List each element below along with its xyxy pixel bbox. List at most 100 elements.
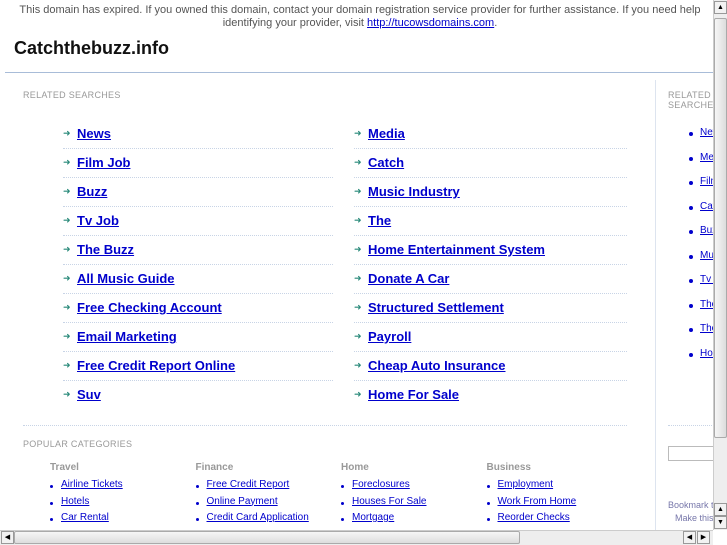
arrow-icon: ➜ bbox=[354, 360, 362, 370]
arrow-icon: ➜ bbox=[354, 331, 362, 341]
arrow-icon: ➜ bbox=[354, 215, 362, 225]
row-divider bbox=[63, 206, 333, 207]
bullet-icon bbox=[341, 518, 344, 521]
related-search-link[interactable]: Free Credit Report Online bbox=[77, 358, 235, 373]
sidebar-link[interactable]: Tv Job bbox=[700, 274, 713, 285]
sidebar-link[interactable]: The bbox=[700, 299, 713, 310]
make-homepage-link[interactable]: Make this your homepage bbox=[675, 513, 713, 523]
header-divider bbox=[5, 72, 713, 73]
bullet-icon bbox=[689, 279, 693, 283]
sidebar-link[interactable]: The Buzz bbox=[700, 323, 713, 334]
scroll-down-icon[interactable]: ▼ bbox=[714, 516, 727, 529]
arrow-icon: ➜ bbox=[63, 215, 71, 225]
row-divider bbox=[354, 322, 627, 323]
scroll-left-icon[interactable]: ◀ bbox=[1, 531, 14, 544]
row-divider bbox=[354, 235, 627, 236]
category-title: Home bbox=[341, 462, 369, 473]
category-link[interactable]: Hotels bbox=[61, 496, 89, 507]
related-search-link[interactable]: All Music Guide bbox=[77, 271, 175, 286]
category-link[interactable]: Employment bbox=[498, 479, 554, 490]
sidebar-link[interactable]: Home Entertainment System bbox=[700, 348, 713, 359]
category-link[interactable]: Car Rental bbox=[61, 512, 109, 523]
category-link[interactable]: Houses For Sale bbox=[352, 496, 426, 507]
sidebar-search-input[interactable] bbox=[668, 446, 713, 461]
sidebar: RELATED SEARCHES News Media Film Job Catch B… bbox=[656, 80, 713, 530]
related-search-link[interactable]: Home For Sale bbox=[368, 387, 459, 402]
arrow-icon: ➜ bbox=[63, 389, 71, 399]
related-search-link[interactable]: Donate A Car bbox=[368, 271, 449, 286]
row-divider bbox=[63, 322, 333, 323]
related-search-link[interactable]: The Buzz bbox=[77, 242, 134, 257]
category-link[interactable]: Airline Tickets bbox=[61, 479, 123, 490]
scroll-left-icon[interactable]: ◀ bbox=[683, 531, 696, 544]
arrow-icon: ➜ bbox=[63, 273, 71, 283]
related-search-link[interactable]: Email Marketing bbox=[77, 329, 177, 344]
row-divider bbox=[63, 264, 333, 265]
related-search-link[interactable]: Free Checking Account bbox=[77, 300, 222, 315]
category-link[interactable]: Work From Home bbox=[498, 496, 577, 507]
row-divider bbox=[354, 264, 627, 265]
arrow-icon: ➜ bbox=[354, 128, 362, 138]
category-link[interactable]: Free Credit Report bbox=[207, 479, 290, 490]
bullet-icon bbox=[486, 485, 490, 488]
sidebar-link[interactable]: Catch bbox=[700, 201, 713, 212]
related-search-link[interactable]: Suv bbox=[77, 387, 101, 402]
row-divider bbox=[354, 380, 627, 381]
arrow-icon: ➜ bbox=[354, 273, 362, 283]
category-link[interactable]: Credit Card Application bbox=[207, 512, 309, 523]
arrow-icon: ➜ bbox=[354, 157, 362, 167]
sidebar-link[interactable]: Music Industry bbox=[700, 250, 713, 261]
bullet-icon bbox=[50, 501, 53, 505]
category-link[interactable]: Online Payment bbox=[207, 496, 278, 507]
sidebar-link[interactable]: Film Job bbox=[700, 176, 713, 187]
row-divider bbox=[354, 293, 627, 294]
category-link[interactable]: Mortgage bbox=[352, 512, 394, 523]
bullet-icon bbox=[341, 501, 344, 505]
related-search-link[interactable]: Music Industry bbox=[368, 184, 460, 199]
related-search-link[interactable]: The bbox=[368, 213, 391, 228]
related-search-link[interactable]: Cheap Auto Insurance bbox=[368, 358, 505, 373]
sidebar-link[interactable]: Media bbox=[700, 152, 713, 163]
row-divider bbox=[63, 293, 333, 294]
row-divider bbox=[63, 235, 333, 236]
site-title: Catchthebuzz.info bbox=[14, 38, 169, 58]
sidebar-link[interactable]: News bbox=[700, 127, 713, 138]
scroll-up-icon[interactable]: ▲ bbox=[714, 1, 727, 14]
bullet-icon bbox=[195, 501, 199, 505]
arrow-icon: ➜ bbox=[354, 244, 362, 254]
arrow-icon: ➜ bbox=[354, 186, 362, 196]
sidebar-divider bbox=[668, 425, 713, 426]
category-title: Travel bbox=[50, 462, 79, 473]
related-search-link[interactable]: Structured Settlement bbox=[368, 300, 504, 315]
related-search-link[interactable]: Buzz bbox=[77, 184, 107, 199]
row-divider bbox=[63, 177, 333, 178]
bullet-icon bbox=[50, 485, 53, 488]
scroll-up-icon[interactable]: ▲ bbox=[714, 503, 727, 516]
row-divider bbox=[354, 177, 627, 178]
bullet-icon bbox=[689, 205, 693, 210]
related-search-link[interactable]: Catch bbox=[368, 155, 404, 170]
bullet-icon bbox=[689, 181, 693, 185]
row-divider bbox=[354, 148, 627, 149]
bullet-icon bbox=[689, 303, 693, 308]
vertical-scroll-thumb[interactable] bbox=[714, 18, 727, 438]
category-link[interactable]: Reorder Checks bbox=[498, 512, 570, 523]
category-link[interactable]: Foreclosures bbox=[352, 479, 410, 490]
sidebar-link[interactable]: Buzz bbox=[700, 225, 713, 236]
popular-categories-heading: POPULAR CATEGORIES bbox=[23, 439, 133, 449]
related-search-link[interactable]: Media bbox=[368, 126, 405, 141]
scroll-right-icon[interactable]: ▶ bbox=[697, 531, 710, 544]
bullet-icon bbox=[689, 352, 693, 357]
bookmark-link[interactable]: Bookmark this page bbox=[668, 500, 713, 510]
bullet-icon bbox=[689, 328, 693, 332]
related-search-link[interactable]: Payroll bbox=[368, 329, 411, 344]
horizontal-scroll-thumb[interactable] bbox=[14, 531, 520, 544]
tucows-link[interactable]: http://tucowsdomains.com bbox=[367, 17, 494, 29]
row-divider bbox=[63, 351, 333, 352]
row-divider bbox=[354, 206, 627, 207]
related-search-link[interactable]: Film Job bbox=[77, 155, 130, 170]
related-search-link[interactable]: News bbox=[77, 126, 111, 141]
related-search-link[interactable]: Home Entertainment System bbox=[368, 242, 545, 257]
related-search-link[interactable]: Tv Job bbox=[77, 213, 119, 228]
bullet-icon bbox=[50, 518, 53, 521]
